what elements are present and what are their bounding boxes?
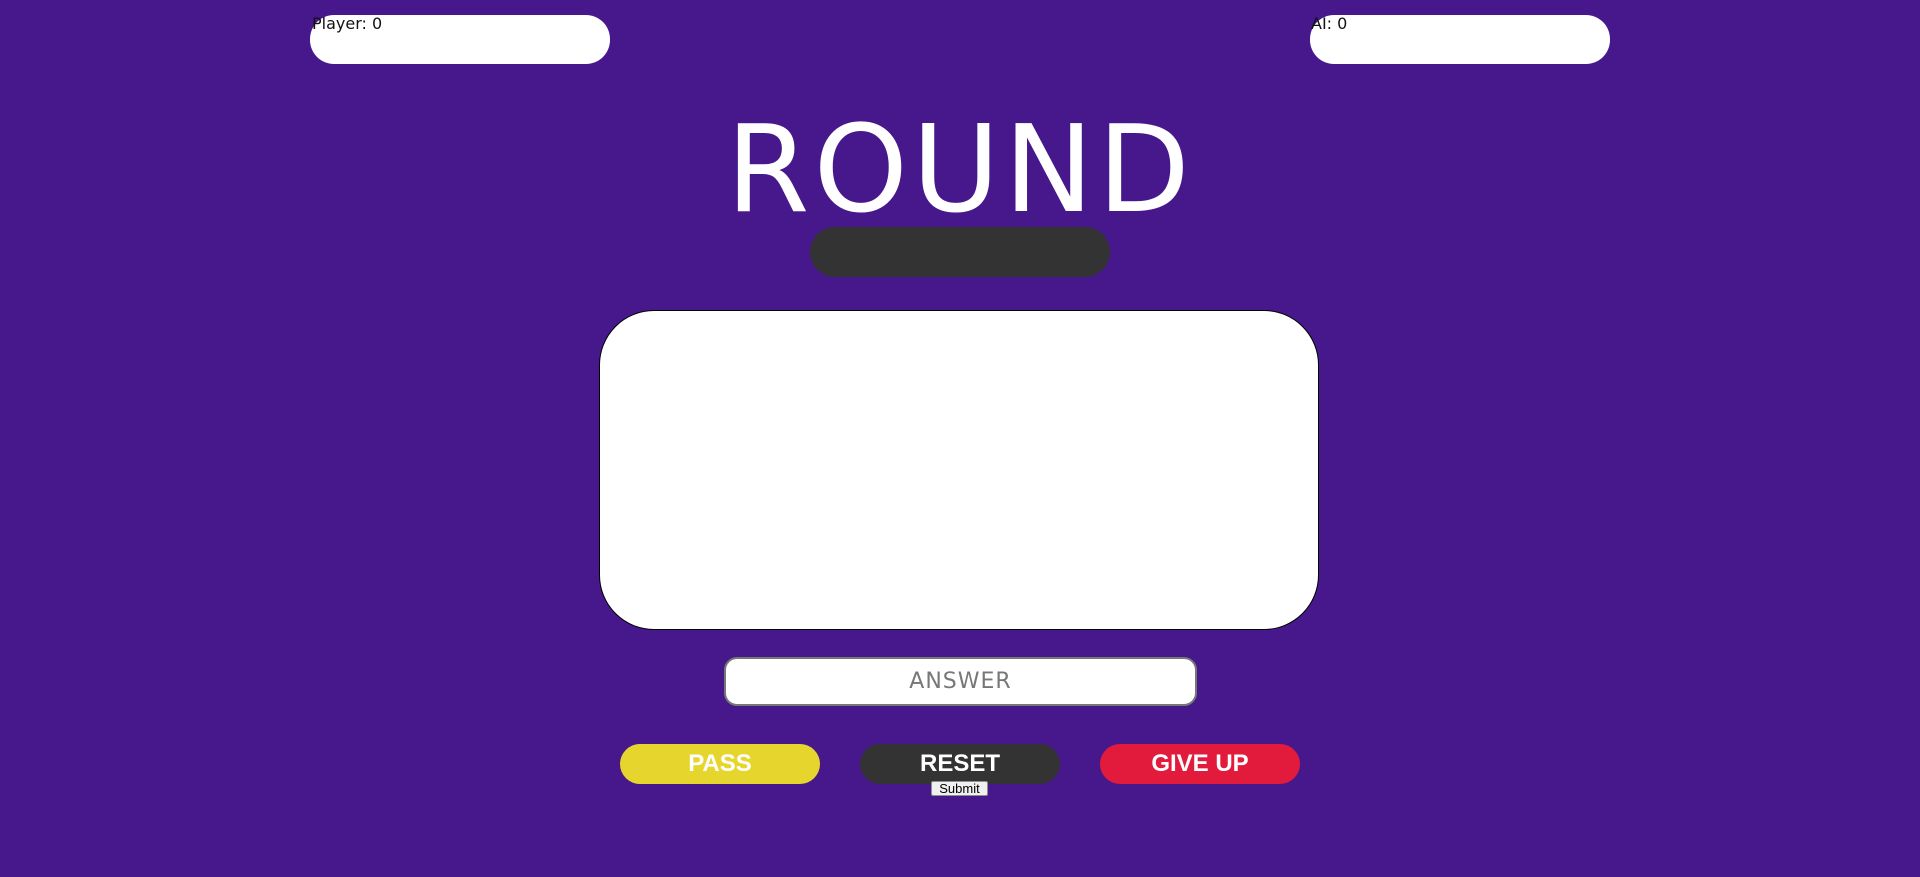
player-score-label: Player: 0 xyxy=(312,14,383,33)
round-title: ROUND xyxy=(726,101,1194,240)
give-up-button[interactable]: GIVE UP xyxy=(1100,744,1300,784)
ai-score-label: AI: 0 xyxy=(1311,14,1348,33)
submit-button[interactable]: Submit xyxy=(931,781,988,796)
round-indicator xyxy=(810,227,1110,277)
reset-button[interactable]: RESET xyxy=(860,744,1060,784)
ai-score-pill xyxy=(1310,15,1610,64)
answer-input[interactable] xyxy=(724,657,1197,706)
question-panel xyxy=(599,310,1319,630)
pass-button[interactable]: PASS xyxy=(620,744,820,784)
